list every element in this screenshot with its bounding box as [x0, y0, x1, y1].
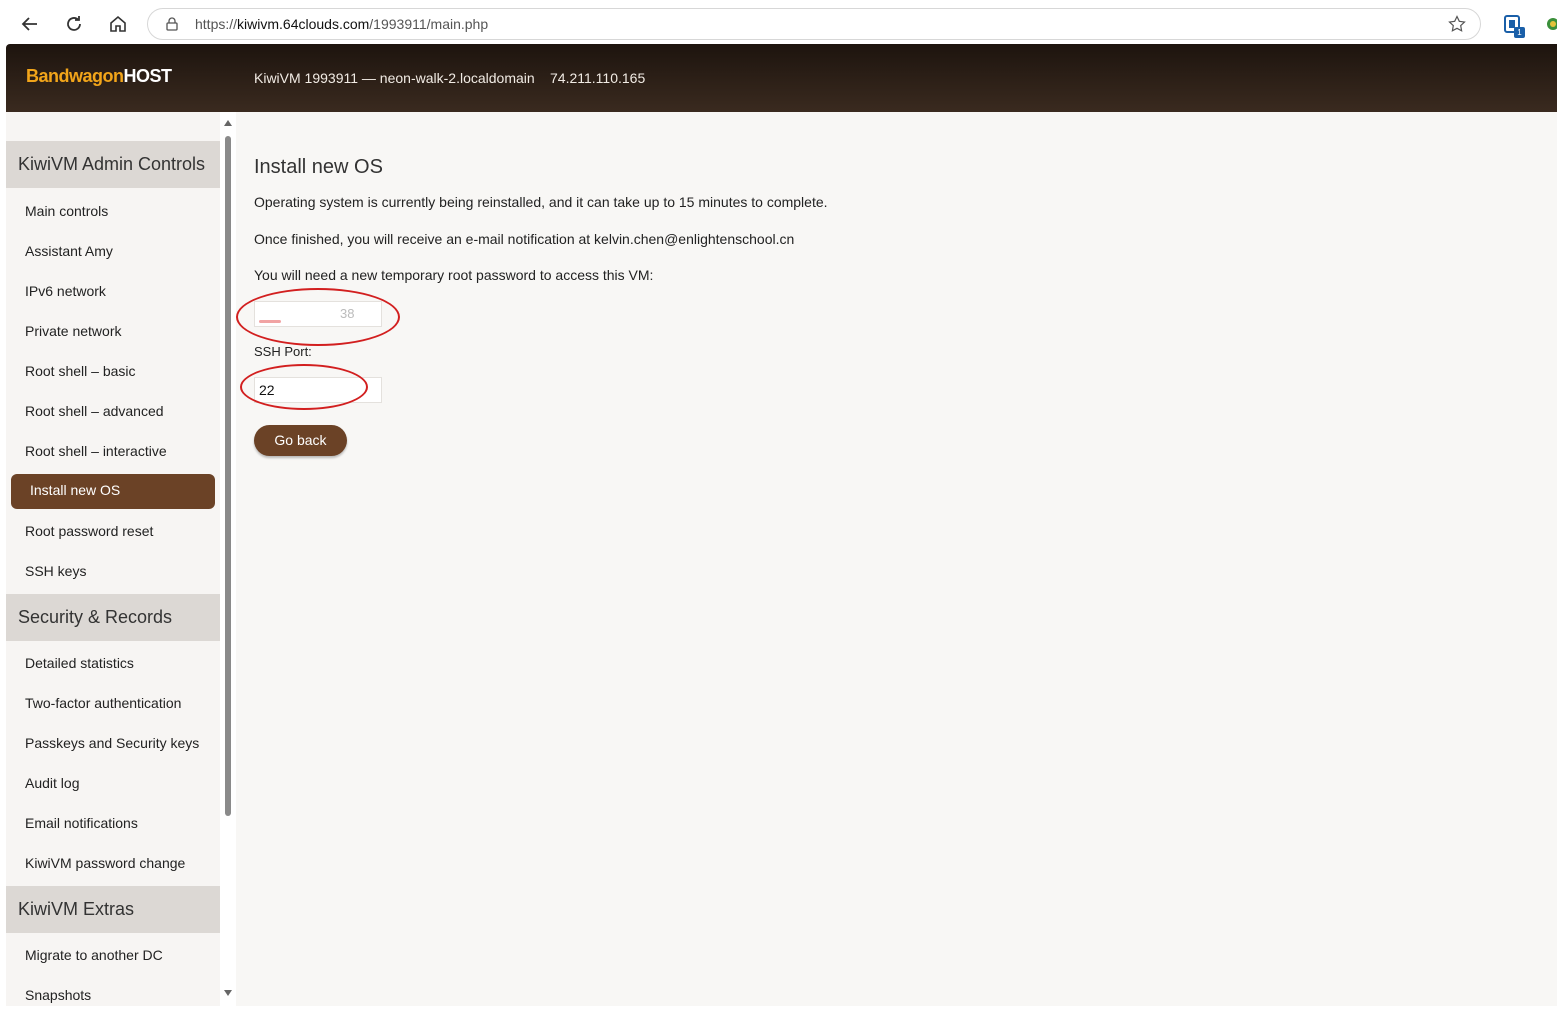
- sidebar-item-root-password-reset[interactable]: Root password reset: [25, 521, 153, 541]
- sidebar-item-assistant-amy[interactable]: Assistant Amy: [25, 241, 113, 261]
- logo-part1: Bandwagon: [26, 66, 124, 86]
- email-notification-text: Once finished, you will receive an e-mai…: [254, 231, 795, 247]
- back-arrow-icon[interactable]: [16, 10, 44, 38]
- home-icon[interactable]: [104, 10, 132, 38]
- sidebar-item-root-shell-advanced[interactable]: Root shell – advanced: [25, 401, 164, 421]
- star-icon[interactable]: [1448, 15, 1466, 33]
- lock-icon[interactable]: [164, 16, 180, 32]
- browser-toolbar: https://kiwivm.64clouds.com/1993911/main…: [0, 0, 1557, 46]
- sidebar-scrollbar[interactable]: [220, 112, 236, 1010]
- url-text[interactable]: https://kiwivm.64clouds.com/1993911/main…: [195, 16, 488, 32]
- sidebar: KiwiVM Admin Controls Main controls Assi…: [6, 112, 220, 1010]
- extension-leaf-icon[interactable]: [1544, 16, 1557, 32]
- sidebar-item-ipv6-network[interactable]: IPv6 network: [25, 281, 106, 301]
- sidebar-item-install-new-os[interactable]: Install new OS: [11, 474, 215, 509]
- sidebar-item-main-controls[interactable]: Main controls: [25, 201, 108, 221]
- vm-info: KiwiVM 1993911 — neon-walk-2.localdomain: [254, 70, 535, 86]
- sidebar-item-passkeys[interactable]: Passkeys and Security keys: [25, 733, 199, 753]
- sidebar-item-root-shell-interactive[interactable]: Root shell – interactive: [25, 441, 167, 461]
- section-admin-controls[interactable]: KiwiVM Admin Controls: [6, 141, 220, 188]
- extension-badge: 1: [1514, 27, 1525, 38]
- reinstall-status-text: Operating system is currently being rein…: [254, 194, 828, 210]
- scroll-up-arrow-icon[interactable]: [224, 120, 232, 126]
- go-back-button[interactable]: Go back: [254, 425, 347, 456]
- address-bar[interactable]: https://kiwivm.64clouds.com/1993911/main…: [147, 8, 1481, 40]
- sidebar-item-label: Install new OS: [30, 482, 121, 498]
- scroll-down-arrow-icon[interactable]: [224, 990, 232, 996]
- url-prefix: https://: [195, 16, 238, 32]
- sidebar-item-audit-log[interactable]: Audit log: [25, 773, 79, 793]
- sidebar-item-migrate-dc[interactable]: Migrate to another DC: [25, 945, 163, 965]
- sidebar-item-two-factor-auth[interactable]: Two-factor authentication: [25, 693, 181, 713]
- url-domain: kiwivm.64clouds.com: [237, 16, 370, 32]
- scroll-thumb[interactable]: [225, 136, 231, 816]
- sidebar-item-ssh-keys[interactable]: SSH keys: [25, 561, 86, 581]
- sidebar-item-snapshots[interactable]: Snapshots: [25, 985, 91, 1005]
- page-title: Install new OS: [254, 156, 383, 178]
- sidebar-item-private-network[interactable]: Private network: [25, 321, 121, 341]
- annotation-circle-ssh-port: [240, 364, 368, 410]
- sidebar-item-kiwivm-password-change[interactable]: KiwiVM password change: [25, 853, 185, 873]
- bandwagonhost-logo[interactable]: BandwagonHOST: [26, 66, 172, 87]
- reload-icon[interactable]: [60, 10, 88, 38]
- annotation-circle-password: [236, 288, 400, 346]
- window-bottom-edge: [0, 1006, 1557, 1010]
- section-kiwivm-extras[interactable]: KiwiVM Extras: [6, 886, 220, 933]
- app-header: BandwagonHOST KiwiVM 1993911 — neon-walk…: [6, 44, 1557, 112]
- sidebar-item-root-shell-basic[interactable]: Root shell – basic: [25, 361, 136, 381]
- sidebar-item-detailed-statistics[interactable]: Detailed statistics: [25, 653, 134, 673]
- ssh-port-label: SSH Port:: [254, 344, 312, 359]
- sidebar-item-email-notifications[interactable]: Email notifications: [25, 813, 138, 833]
- section-security-records[interactable]: Security & Records: [6, 594, 220, 641]
- main-content: Install new OS Operating system is curre…: [236, 112, 1557, 1010]
- password-info-text: You will need a new temporary root passw…: [254, 267, 654, 283]
- url-path: /1993911/main.php: [369, 16, 489, 32]
- vm-ip: 74.211.110.165: [550, 70, 646, 86]
- logo-part2: HOST: [123, 66, 173, 86]
